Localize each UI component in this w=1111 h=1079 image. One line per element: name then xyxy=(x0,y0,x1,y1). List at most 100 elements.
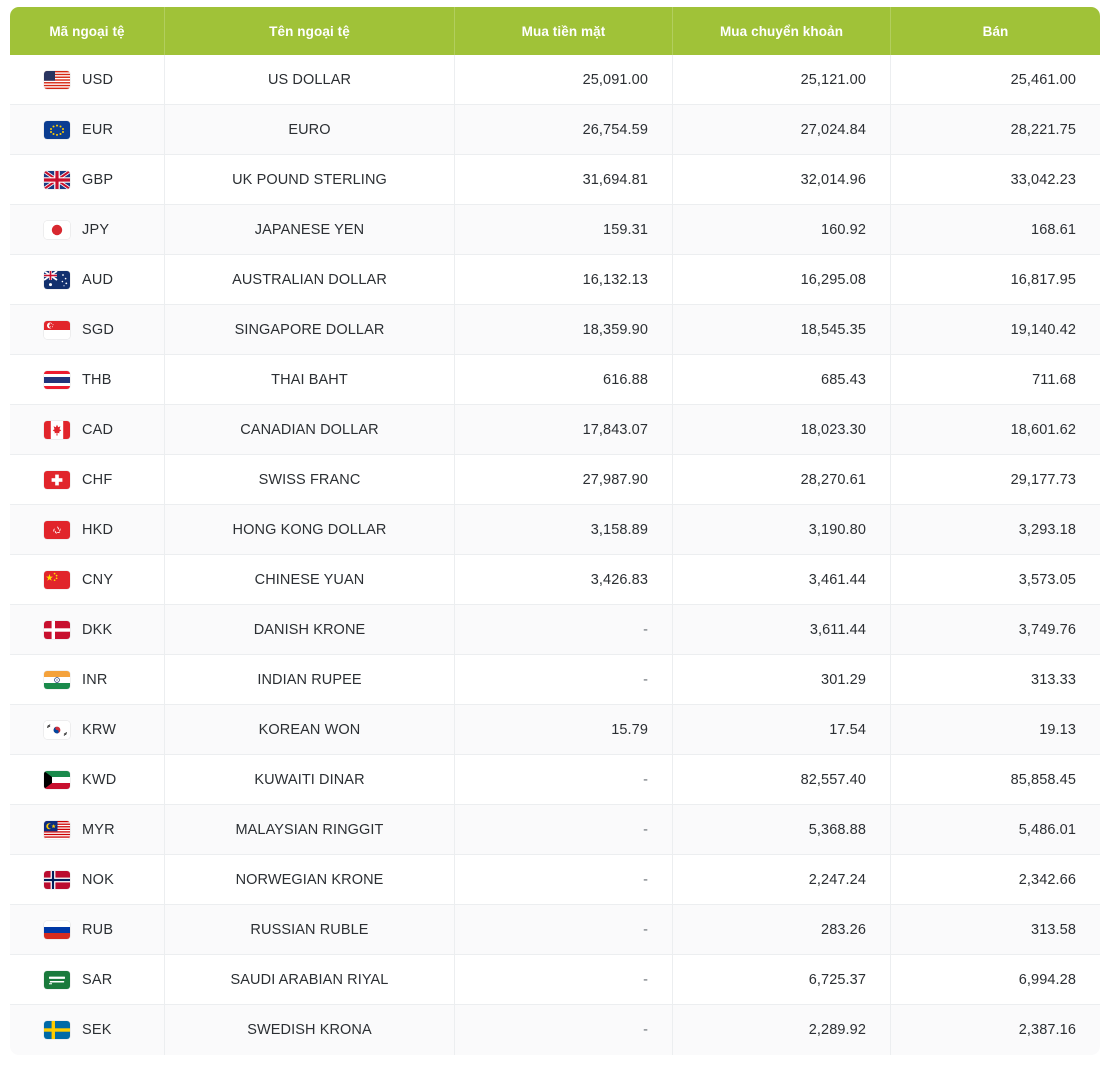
buy-transfer-cell: 25,121.00 xyxy=(673,55,891,105)
flag-ch-icon xyxy=(44,470,70,489)
flag-no-icon xyxy=(44,870,70,889)
sell-rate-cell: 3,749.76 xyxy=(891,605,1100,655)
currency-code-cell: KWD xyxy=(10,755,165,805)
flag-sg-icon xyxy=(44,320,70,339)
currency-code-cell: AUD xyxy=(10,255,165,305)
currency-name-cell: INDIAN RUPEE xyxy=(165,655,455,705)
currency-name-cell: CANADIAN DOLLAR xyxy=(165,405,455,455)
currency-name-cell: CHINESE YUAN xyxy=(165,555,455,605)
table-row: JPY JAPANESE YEN 159.31 160.92 168.61 xyxy=(10,205,1100,255)
currency-name-cell: MALAYSIAN RINGGIT xyxy=(165,805,455,855)
sell-rate-cell: 18,601.62 xyxy=(891,405,1100,455)
buy-transfer-cell: 32,014.96 xyxy=(673,155,891,205)
buy-cash-cell: - xyxy=(455,855,673,905)
currency-code-label: USD xyxy=(82,71,114,88)
currency-code-cell: NOK xyxy=(10,855,165,905)
sell-rate-cell: 313.58 xyxy=(891,905,1100,955)
currency-code-cell: MYR xyxy=(10,805,165,855)
column-header-currency-code[interactable]: Mã ngoại tệ xyxy=(10,7,165,55)
currency-code-label: KWD xyxy=(82,771,117,788)
currency-code-cell: CNY xyxy=(10,555,165,605)
table-row: MYR MALAYSIAN RINGGIT -5,368.88 5,486.01 xyxy=(10,805,1100,855)
currency-code-label: MYR xyxy=(82,821,115,838)
column-header-currency-name[interactable]: Tên ngoại tệ xyxy=(165,7,455,55)
buy-transfer-cell: 17.54 xyxy=(673,705,891,755)
flag-in-icon xyxy=(44,670,70,689)
buy-cash-cell: 16,132.13 xyxy=(455,255,673,305)
buy-transfer-cell: 18,023.30 xyxy=(673,405,891,455)
currency-code-label: GBP xyxy=(82,171,114,188)
column-header-buy-transfer[interactable]: Mua chuyển khoản xyxy=(673,7,891,55)
flag-ca-icon xyxy=(44,420,70,439)
table-row: SAR SAUDI ARABIAN RIYAL -6,725.37 6,994.28 xyxy=(10,955,1100,1005)
buy-cash-cell: 18,359.90 xyxy=(455,305,673,355)
buy-transfer-cell: 301.29 xyxy=(673,655,891,705)
currency-name-cell: SWISS FRANC xyxy=(165,455,455,505)
flag-hk-icon xyxy=(44,520,70,539)
currency-code-label: EUR xyxy=(82,121,114,138)
currency-name-cell: US DOLLAR xyxy=(165,55,455,105)
currency-code-cell: HKD xyxy=(10,505,165,555)
buy-transfer-cell: 283.26 xyxy=(673,905,891,955)
buy-cash-cell: 25,091.00 xyxy=(455,55,673,105)
currency-code-label: JPY xyxy=(82,221,110,238)
exchange-rate-table-container: Mã ngoại tệ Tên ngoại tệ Mua tiền mặt Mu… xyxy=(0,0,1111,1079)
buy-transfer-cell: 28,270.61 xyxy=(673,455,891,505)
buy-transfer-cell: 27,024.84 xyxy=(673,105,891,155)
currency-code-cell: SEK xyxy=(10,1005,165,1055)
column-header-buy-cash[interactable]: Mua tiền mặt xyxy=(455,7,673,55)
buy-transfer-cell: 16,295.08 xyxy=(673,255,891,305)
table-row: NOK NORWEGIAN KRONE -2,247.24 2,342.66 xyxy=(10,855,1100,905)
table-row: HKD HONG KONG DOLLAR 3,158.89 3,190.80 3,293… xyxy=(10,505,1100,555)
table-row: KWD KUWAITI DINAR -82,557.40 85,858.45 xyxy=(10,755,1100,805)
currency-name-cell: SWEDISH KRONA xyxy=(165,1005,455,1055)
table-row: CAD CANADIAN DOLLAR 17,843.07 18,023.30 18,6… xyxy=(10,405,1100,455)
currency-code-label: CAD xyxy=(82,421,114,438)
currency-code-cell: DKK xyxy=(10,605,165,655)
table-header-row: Mã ngoại tệ Tên ngoại tệ Mua tiền mặt Mu… xyxy=(10,7,1100,55)
currency-name-cell: SAUDI ARABIAN RIYAL xyxy=(165,955,455,1005)
currency-code-cell: EUR xyxy=(10,105,165,155)
sell-rate-cell: 5,486.01 xyxy=(891,805,1100,855)
currency-code-cell: SAR xyxy=(10,955,165,1005)
flag-th-icon xyxy=(44,370,70,389)
table-row: THB THAI BAHT 616.88 685.43 711.68 xyxy=(10,355,1100,405)
table-row: SEK SWEDISH KRONA -2,289.92 2,387.16 xyxy=(10,1005,1100,1055)
buy-transfer-cell: 685.43 xyxy=(673,355,891,405)
table-row: GBP UK POUND STERLING 31,694.81 32,014.96 33… xyxy=(10,155,1100,205)
sell-rate-cell: 3,573.05 xyxy=(891,555,1100,605)
table-row: EUR EURO 26,754.59 27,024.84 28,221.75 xyxy=(10,105,1100,155)
currency-code-label: AUD xyxy=(82,271,114,288)
currency-code-label: THB xyxy=(82,371,112,388)
sell-rate-cell: 85,858.45 xyxy=(891,755,1100,805)
buy-transfer-cell: 5,368.88 xyxy=(673,805,891,855)
flag-kr-icon xyxy=(44,720,70,739)
currency-name-cell: JAPANESE YEN xyxy=(165,205,455,255)
currency-code-label: NOK xyxy=(82,871,115,888)
column-header-sell[interactable]: Bán xyxy=(891,7,1100,55)
sell-rate-cell: 25,461.00 xyxy=(891,55,1100,105)
flag-au-icon xyxy=(44,270,70,289)
currency-code-label: RUB xyxy=(82,921,114,938)
buy-transfer-cell: 82,557.40 xyxy=(673,755,891,805)
sell-rate-cell: 33,042.23 xyxy=(891,155,1100,205)
buy-transfer-cell: 2,247.24 xyxy=(673,855,891,905)
sell-rate-cell: 28,221.75 xyxy=(891,105,1100,155)
currency-code-label: DKK xyxy=(82,621,113,638)
flag-dk-icon xyxy=(44,620,70,639)
currency-code-cell: USD xyxy=(10,55,165,105)
currency-code-cell: INR xyxy=(10,655,165,705)
sell-rate-cell: 2,342.66 xyxy=(891,855,1100,905)
table-row: RUB RUSSIAN RUBLE -283.26 313.58 xyxy=(10,905,1100,955)
currency-code-cell: CHF xyxy=(10,455,165,505)
buy-cash-cell: 26,754.59 xyxy=(455,105,673,155)
currency-name-cell: THAI BAHT xyxy=(165,355,455,405)
sell-rate-cell: 2,387.16 xyxy=(891,1005,1100,1055)
buy-transfer-cell: 2,289.92 xyxy=(673,1005,891,1055)
currency-code-label: CHF xyxy=(82,471,113,488)
buy-cash-cell: 27,987.90 xyxy=(455,455,673,505)
currency-name-cell: EURO xyxy=(165,105,455,155)
currency-name-cell: UK POUND STERLING xyxy=(165,155,455,205)
currency-code-label: SEK xyxy=(82,1022,112,1038)
sell-rate-cell: 168.61 xyxy=(891,205,1100,255)
